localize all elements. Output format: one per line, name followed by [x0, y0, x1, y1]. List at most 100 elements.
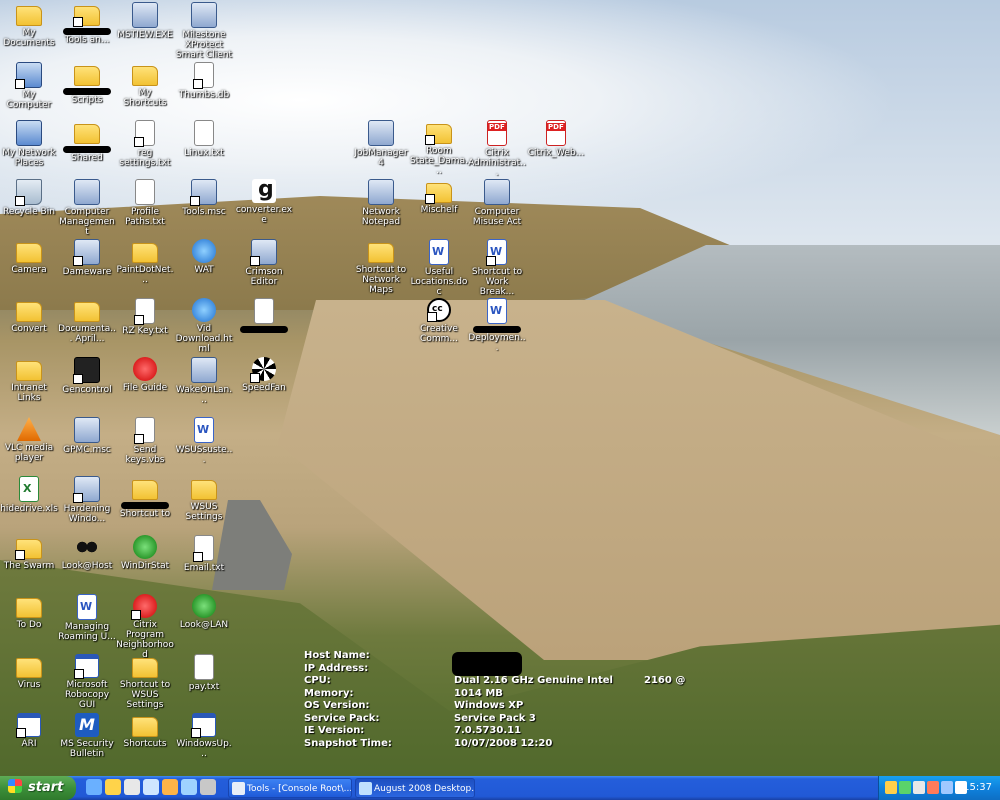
tray-icon[interactable]: [899, 781, 911, 794]
desktop-icon[interactable]: Virus: [0, 654, 58, 690]
desktop-icon[interactable]: Managing Roaming U...: [58, 594, 116, 642]
desktop-icon[interactable]: WindowsUp...: [175, 713, 233, 759]
app-icon[interactable]: [200, 779, 216, 795]
desktop-icon[interactable]: Tools an...: [58, 2, 116, 45]
app-icon[interactable]: [162, 779, 178, 795]
desktop-icon[interactable]: The Swarm: [0, 535, 58, 571]
desktop-icon[interactable]: Shortcut to: [116, 476, 174, 519]
desktop-icon[interactable]: Computer Misuse Act: [468, 179, 526, 227]
desktop-icon[interactable]: Shortcut to Network Maps: [352, 239, 410, 295]
desktop-icon[interactable]: MS Security Bulletin: [58, 713, 116, 759]
desktop-icon[interactable]: WSUS Settings: [175, 476, 233, 522]
sysinfo-extra: [644, 725, 704, 738]
desktop-icon[interactable]: Dameware: [58, 239, 116, 277]
desktop-icon[interactable]: PaintDotNet...: [116, 239, 174, 285]
desktop-icon[interactable]: Citrix_Web...: [527, 120, 585, 158]
desktop-icon[interactable]: ARI: [0, 713, 58, 749]
desktop-icon[interactable]: MSTIEW.EXE: [116, 2, 174, 40]
desktop-icon[interactable]: My Computer: [0, 62, 58, 110]
desktop-icon[interactable]: Intranet Links: [0, 357, 58, 403]
internet-explorer-icon[interactable]: [143, 779, 159, 795]
desktop-icon[interactable]: WSUSsuste...: [175, 417, 233, 465]
app-icon[interactable]: [124, 779, 140, 795]
desktop-icon[interactable]: Email.txt: [175, 535, 233, 573]
word-document-icon: [429, 239, 449, 265]
desktop-icon[interactable]: Documenta... April...: [58, 298, 116, 344]
desktop-icon[interactable]: To Do: [0, 594, 58, 630]
folder-icon: [132, 243, 158, 263]
desktop-icon[interactable]: Microsoft Robocopy GUI: [58, 654, 116, 710]
desktop-icon[interactable]: WAT: [175, 239, 233, 275]
desktop-icon[interactable]: My Shortcuts: [116, 62, 174, 108]
desktop-icon[interactable]: Citrix Program Neighborhood: [116, 594, 174, 660]
tray-icon[interactable]: [885, 781, 897, 794]
task-label: Tools - [Console Root\...: [247, 784, 352, 794]
tray-icon[interactable]: [927, 781, 939, 794]
desktop-icon[interactable]: Convert: [0, 298, 58, 334]
taskbar-button-tools[interactable]: Tools - [Console Root\...: [228, 778, 352, 798]
desktop-icon[interactable]: [235, 298, 293, 333]
application-icon: [132, 2, 158, 28]
desktop-icon-label: Room State_Dama...: [410, 146, 468, 176]
taskbar-button-desktop-doc[interactable]: August 2008 Desktop...: [355, 778, 475, 798]
text-file-icon: [135, 179, 155, 205]
desktop-icon[interactable]: SpeedFan: [235, 357, 293, 393]
desktop-icon[interactable]: Look@LAN: [175, 594, 233, 630]
desktop-icon[interactable]: pay.txt: [175, 654, 233, 692]
desktop-icon[interactable]: My Network Places: [0, 120, 58, 168]
desktop-icon[interactable]: Camera: [0, 239, 58, 275]
desktop-icon[interactable]: hidedrive.xls: [0, 476, 58, 514]
desktop-icon[interactable]: Network Notepad: [352, 179, 410, 227]
desktop-icon[interactable]: converter.exe: [235, 177, 293, 225]
quick-launch: [86, 779, 216, 795]
desktop-icon[interactable]: Tools.msc: [175, 179, 233, 217]
folder-icon: [16, 598, 42, 618]
desktop-icon[interactable]: Shortcuts: [116, 713, 174, 749]
desktop-icon[interactable]: Recycle Bin: [0, 179, 58, 217]
desktop-icon[interactable]: Citrix Administrat...: [468, 120, 526, 178]
desktop-icon[interactable]: Shared: [58, 120, 116, 163]
desktop-icon[interactable]: GPMC.msc: [58, 417, 116, 455]
desktop-icon[interactable]: Scripts: [58, 62, 116, 105]
desktop-icon[interactable]: File Guide: [116, 357, 174, 393]
desktop-icon-label: Crimson Editor: [245, 267, 283, 287]
desktop-icon[interactable]: VLC media player: [0, 417, 58, 463]
desktop-icon[interactable]: Look@Host: [58, 535, 116, 571]
start-button[interactable]: start: [0, 776, 76, 800]
clock[interactable]: 15:37: [963, 776, 992, 800]
desktop-icon[interactable]: reg settings.txt: [116, 120, 174, 168]
desktop-icon[interactable]: Gencontrol: [58, 357, 116, 395]
desktop-icon[interactable]: RZ Key.txt: [116, 298, 174, 336]
show-desktop-icon[interactable]: [86, 779, 102, 795]
tray-icon[interactable]: [941, 781, 953, 794]
desktop-icon[interactable]: Deploymen...: [468, 298, 526, 353]
desktop-icon[interactable]: WakeOnLan...: [175, 357, 233, 405]
desktop-icon[interactable]: WinDirStat: [116, 535, 174, 571]
desktop-icon[interactable]: My Documents: [0, 2, 58, 48]
desktop-icon[interactable]: Shortcut to WSUS Settings: [116, 654, 174, 710]
explorer-icon[interactable]: [105, 779, 121, 795]
desktop-icon-label: Look@LAN: [179, 620, 229, 630]
desktop-icon[interactable]: Profile Paths.txt: [116, 179, 174, 227]
desktop-icon[interactable]: Room State_Dama...: [410, 120, 468, 176]
desktop-icon[interactable]: Mischelf: [410, 179, 468, 215]
desktop-icon[interactable]: Thumbs.db: [175, 62, 233, 100]
desktop-icon[interactable]: Computer Management: [58, 179, 116, 237]
console-icon: [232, 782, 245, 795]
desktop-icon[interactable]: JobManager4: [352, 120, 410, 168]
desktop[interactable]: My Documents Tools an... MSTIEW.EXE Milesto…: [0, 0, 1000, 776]
desktop-icon[interactable]: Shortcut to Work Break...: [468, 239, 526, 297]
app-icon[interactable]: [181, 779, 197, 795]
desktop-icon[interactable]: Crimson Editor: [235, 239, 293, 287]
desktop-icon[interactable]: Hardening Windo...: [58, 476, 116, 524]
tray-icon[interactable]: [913, 781, 925, 794]
desktop-icon[interactable]: Milestone XProtect Smart Client: [175, 2, 233, 60]
desktop-icon[interactable]: Useful Locations.doc: [410, 239, 468, 297]
desktop-icon[interactable]: Linux.txt: [175, 120, 233, 158]
text-file-icon: [194, 120, 214, 146]
redaction-bar: [240, 326, 288, 333]
desktop-icon[interactable]: Send keys.vbs: [116, 417, 174, 465]
desktop-icon-label: Camera: [11, 265, 47, 275]
desktop-icon[interactable]: Creative Comm...: [410, 298, 468, 344]
desktop-icon[interactable]: Vid Download.html: [175, 298, 233, 354]
